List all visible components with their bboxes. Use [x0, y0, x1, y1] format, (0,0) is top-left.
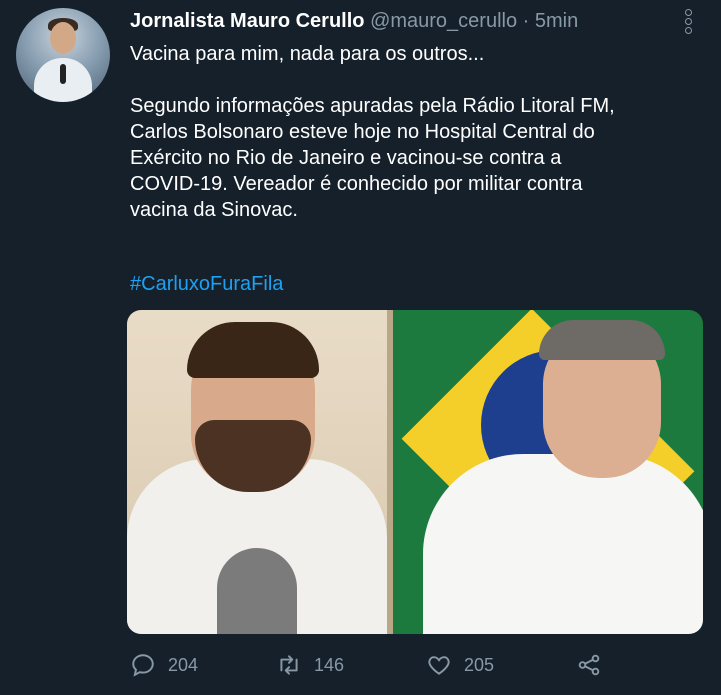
tweet-actions: 204 146 205 [130, 652, 630, 684]
tweet-line: vacina da Sinovac. [130, 199, 298, 221]
retweet-count: 146 [314, 654, 345, 675]
tweet-time[interactable]: 5min [535, 10, 578, 32]
reply-count: 204 [168, 654, 199, 675]
retweet-icon [280, 655, 298, 675]
photo-right [393, 310, 703, 634]
tweet-line-gap [130, 67, 700, 93]
header-separator: · [522, 10, 530, 32]
tweet-media[interactable] [127, 310, 703, 634]
tweet-line: COVID-19. Vereador é conhecido por milit… [130, 173, 583, 195]
avatar[interactable] [16, 8, 110, 102]
right-hair [539, 320, 665, 360]
retweet-button[interactable]: 146 [276, 652, 344, 678]
hashtag-link[interactable]: #CarluxoFuraFila [130, 273, 283, 296]
comment-icon [132, 654, 154, 677]
heart-icon [428, 656, 450, 675]
author-name[interactable]: Jornalista Mauro Cerullo [130, 10, 365, 32]
tweet-line: Segundo informações apuradas pela Rádio … [130, 95, 615, 117]
right-shirt [423, 454, 703, 634]
avatar-head [50, 22, 76, 54]
tweet-line: Exército no Rio de Janeiro e vacinou-se … [130, 147, 562, 169]
avatar-microphone [60, 64, 66, 84]
like-count: 205 [464, 654, 495, 675]
tweet-line: Vacina para mim, nada para os outros... [130, 43, 485, 65]
more-options-icon[interactable] [683, 8, 693, 36]
reply-button[interactable]: 204 [130, 652, 198, 678]
author-handle[interactable]: @mauro_cerullo [370, 10, 517, 32]
left-hair [187, 322, 319, 378]
tweet-line: Carlos Bolsonaro esteve hoje no Hospital… [130, 121, 595, 143]
share-button[interactable] [576, 652, 602, 678]
photo-left [127, 310, 387, 634]
tweet-text: Vacina para mim, nada para os outros... … [130, 41, 700, 223]
like-button[interactable]: 205 [426, 652, 494, 678]
tweet-header: Jornalista Mauro Cerullo @mauro_cerullo … [130, 10, 578, 33]
left-shirt-print [217, 548, 297, 634]
share-icon [578, 654, 600, 676]
